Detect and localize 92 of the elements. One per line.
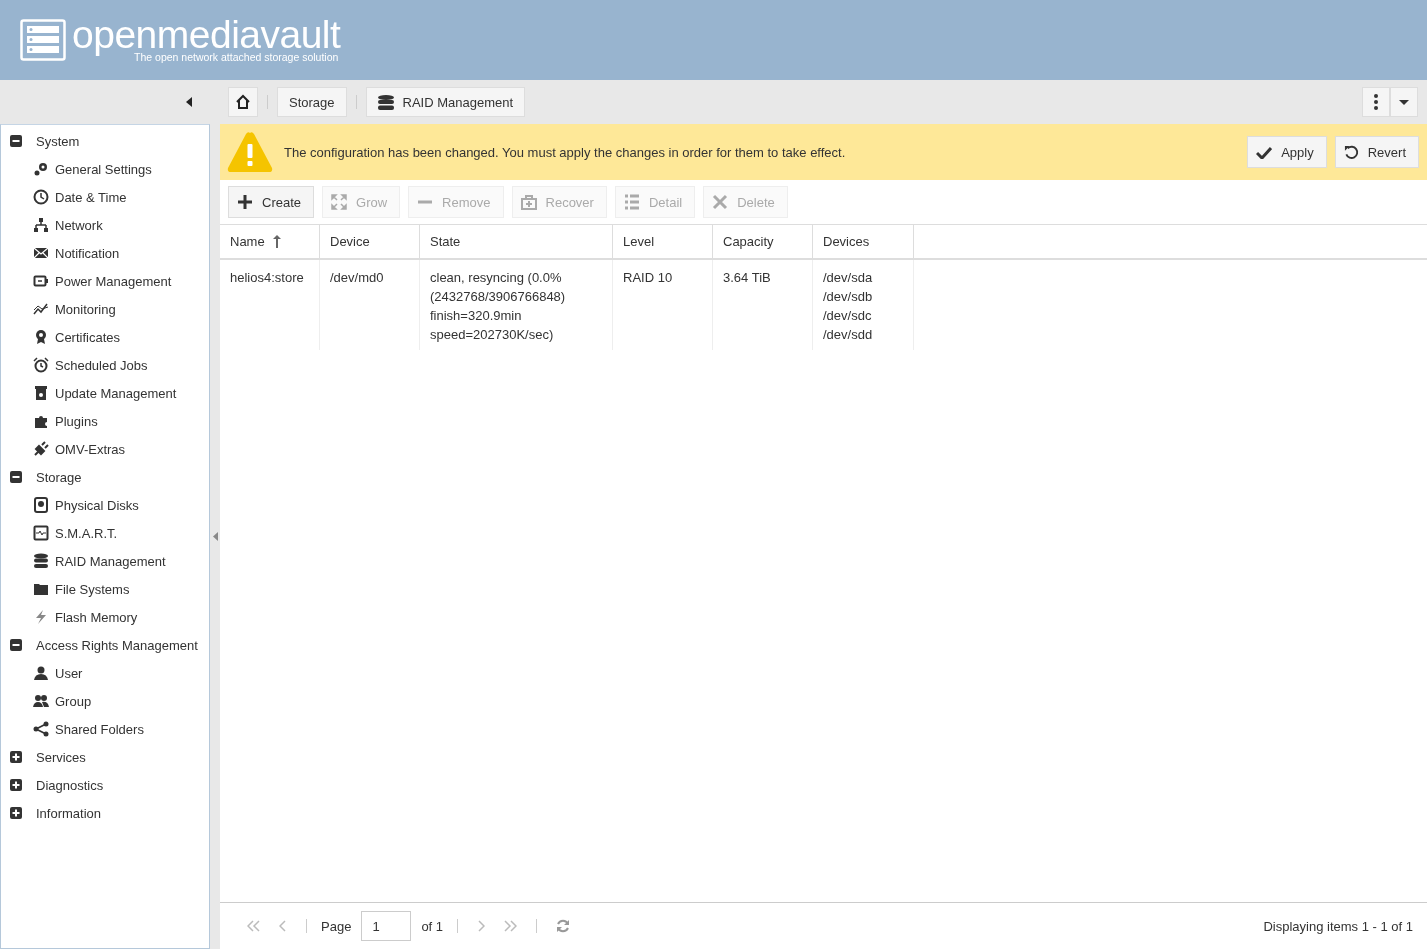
nav-group[interactable]: Storage [36,469,82,485]
database-icon [33,553,49,569]
table-cell-text: helios4:store [230,269,305,287]
vertical-dots-icon [1374,94,1378,110]
expand-icon[interactable] [10,751,22,763]
checkmark-icon [1256,145,1273,159]
caret-icon [1399,99,1409,105]
nav-item[interactable]: Update Management [55,385,177,401]
share-icon [33,721,49,737]
page-count: of 1 [421,918,444,934]
clock-icon [33,189,49,205]
nav-group[interactable]: Diagnostics [36,777,104,793]
folder-icon [33,581,49,597]
refresh-icon[interactable] [556,919,571,933]
nav-item[interactable]: Notification [55,245,120,261]
table-cell-text: /dev/sdc [823,307,873,325]
column-header[interactable]: State [420,225,613,258]
x-icon [712,194,729,210]
collapse-icon[interactable] [186,97,192,107]
page-number-field[interactable]: 1 [361,911,412,941]
list-icon [623,194,640,210]
more-menu-button[interactable] [1362,87,1390,117]
page-label: Page [321,918,352,934]
home-button[interactable] [228,87,258,117]
users-icon [33,693,49,709]
chart-line-icon [33,301,49,317]
nav-item[interactable]: OMV-Extras [55,441,126,457]
nav-item[interactable]: Plugins [55,413,98,429]
collapse-icon[interactable] [10,471,22,483]
table-cell-text: /dev/sda [823,269,874,287]
column-header[interactable]: Device [320,225,420,258]
column-header[interactable]: Level [613,225,713,258]
breadcrumb-item[interactable]: RAID Management [365,87,526,117]
envelope-icon [33,245,49,261]
nav-group[interactable]: Information [36,805,102,821]
nav-item[interactable]: File Systems [55,581,130,597]
trash-can-icon [33,385,49,401]
expand-icon [331,194,348,210]
revert-button[interactable]: Revert [1334,136,1419,168]
nav-group[interactable]: Access Rights Management [36,637,198,653]
database-icon [377,94,394,110]
nav-item[interactable]: Certificates [55,329,121,345]
user-icon [33,665,49,681]
table-cell-text: RAID 10 [623,269,674,287]
collapse-icon[interactable] [10,639,22,651]
nav-item[interactable]: Date & Time [55,189,127,205]
server-logo-icon [20,19,66,61]
monitor-icon [33,525,49,541]
undo-icon [1343,144,1359,160]
puzzle-icon [33,413,49,429]
warning-icon [227,131,273,173]
toolbar-button[interactable]: Create [228,186,315,218]
nav-item[interactable]: Monitoring [55,301,116,317]
table-cell-text: /dev/sdb [823,288,874,306]
table-cell-text: clean, resyncing (0.0% (2432768/3906766848) finish=320.9min speed=202730K/sec) [430,269,567,344]
plus-icon [237,194,253,210]
column-header[interactable]: Name [220,225,320,258]
plug-icon [33,441,49,457]
nav-item[interactable]: Scheduled Jobs [55,357,148,373]
nav-item[interactable]: Flash Memory [55,609,138,625]
column-header[interactable]: Devices [813,225,914,258]
breadcrumb-item[interactable]: Storage [277,87,347,117]
nav-group[interactable]: System [36,133,80,149]
table-cell-text: /dev/md0 [330,269,385,287]
table-cell-text: 3.64 TiB [723,269,772,287]
lightning-icon [33,609,49,625]
nav-item[interactable]: Power Management [55,273,172,289]
nav-group[interactable]: Services [36,749,86,765]
battery-icon [33,273,49,289]
gears-icon [33,161,49,177]
collapse-icon[interactable] [10,135,22,147]
expand-icon[interactable] [10,779,22,791]
items-summary: Displaying items 1 - 1 of 1 [1263,918,1413,934]
home-icon [235,94,251,110]
warning-message: The configuration has been changed. You must apply the changes in order for them to take effect. [284,144,846,160]
nav-item[interactable]: General Settings [55,161,152,177]
nav-item[interactable]: Group [55,693,92,709]
apply-button[interactable]: Apply [1247,136,1327,168]
column-header[interactable]: Capacity [713,225,813,258]
nav-item[interactable]: User [55,665,83,681]
badge-icon [33,329,49,345]
table-cell-text: /dev/sdd [823,326,874,344]
network-icon [33,217,49,233]
expand-icon[interactable] [10,807,22,819]
medkit-icon [520,194,537,210]
nav-item[interactable]: S.M.A.R.T. [55,525,118,541]
nav-item[interactable]: Network [55,217,103,233]
nav-item[interactable]: Shared Folders [55,721,144,737]
nav-item[interactable]: RAID Management [55,553,166,569]
nav-item[interactable]: Physical Disks [55,497,139,513]
dropdown-button[interactable] [1390,87,1418,117]
alarm-clock-icon [33,357,49,373]
